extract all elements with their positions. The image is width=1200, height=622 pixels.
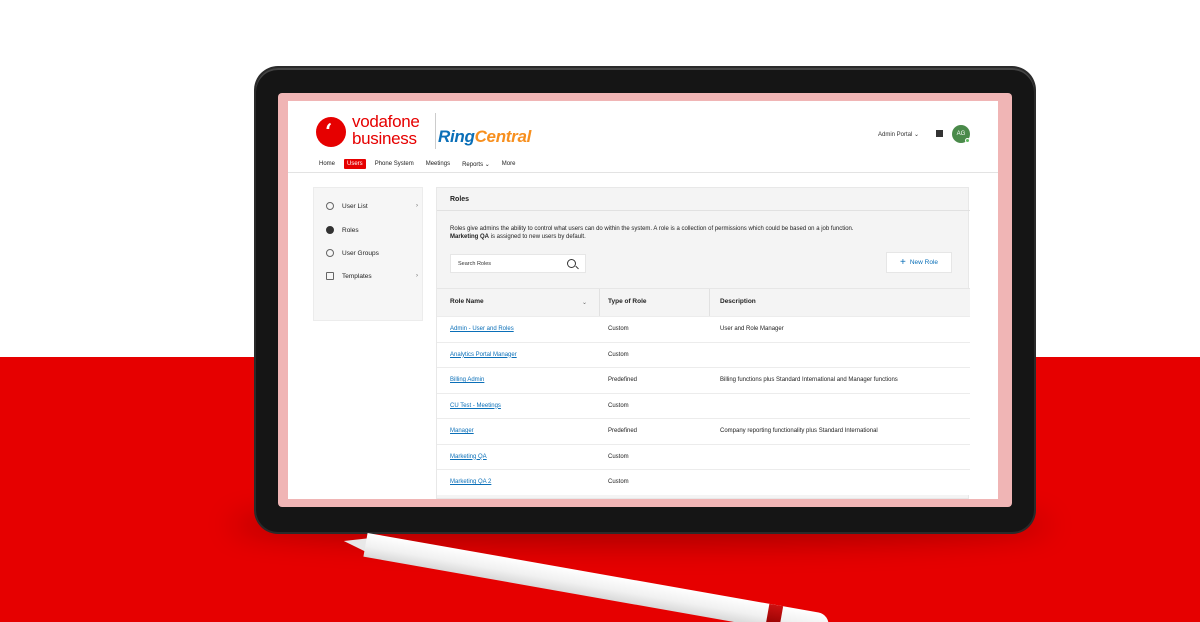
new-role-label: New Role (909, 259, 939, 266)
user-groups-icon (326, 249, 334, 257)
search-icon[interactable] (567, 259, 576, 268)
app-grid-icon[interactable] (936, 130, 943, 137)
sidebar: User List › Roles User Groups Templates … (313, 187, 423, 321)
main-nav: Home Users Phone System Meetings Reports… (316, 157, 518, 171)
description-text-suffix: is assigned to new users by default. (489, 234, 586, 240)
roles-description: Roles give admins the ability to control… (450, 225, 960, 241)
admin-portal-app: ʻ vodafone business RingCentral Admin Po… (288, 101, 998, 499)
sidebar-item-label: User List (342, 202, 368, 210)
role-name-link[interactable]: Analytics Portal Manager (450, 352, 517, 358)
search-input[interactable]: Search Roles (450, 254, 586, 273)
tablet-frame: ʻ vodafone business RingCentral Admin Po… (256, 68, 1034, 532)
table-row[interactable]: Marketing QA Custom (437, 443, 970, 469)
roles-icon (326, 226, 334, 234)
role-type: Custom (608, 479, 629, 485)
vodafone-business-logo[interactable]: ʻ vodafone business (316, 113, 436, 153)
table-row[interactable]: Admin - User and Roles Custom User and R… (437, 316, 970, 342)
ringcentral-central: Central (474, 127, 532, 146)
roles-table: Role Name ⌄ Type of Role Description Adm… (437, 288, 970, 495)
ringcentral-ring: Ring (438, 127, 475, 146)
logo-divider (435, 113, 436, 149)
templates-icon (326, 272, 334, 280)
stylus-red-band (765, 603, 784, 622)
roles-panel: Roles Roles give admins the ability to c… (436, 187, 970, 499)
table-row[interactable]: CU Test - Meetings Custom (437, 392, 970, 418)
role-type: Custom (608, 326, 629, 332)
role-type: Custom (608, 351, 629, 358)
column-divider (599, 289, 600, 317)
role-description: User and Role Manager (720, 326, 784, 332)
role-name-link[interactable]: CU Test - Meetings (450, 403, 501, 409)
new-role-button[interactable]: + New Role (886, 252, 952, 273)
role-type: Custom (608, 402, 629, 409)
search-placeholder: Search Roles (458, 261, 492, 267)
role-name-link[interactable]: Manager (450, 428, 474, 434)
column-header-type[interactable]: Type of Role (608, 298, 647, 305)
nav-divider (288, 172, 998, 173)
business-wordmark: business (352, 129, 417, 148)
sidebar-item-user-groups[interactable]: User Groups (326, 246, 418, 260)
chevron-right-icon: › (416, 203, 418, 209)
role-description: Company reporting functionality plus Sta… (720, 428, 878, 434)
nav-reports[interactable]: Reports ⌄ (459, 159, 493, 170)
sidebar-item-templates[interactable]: Templates › (326, 269, 418, 283)
plus-icon: + (899, 256, 906, 268)
role-name-link[interactable]: Billing Admin (450, 377, 484, 383)
tablet-screen: ʻ vodafone business RingCentral Admin Po… (278, 93, 1012, 507)
admin-portal-dropdown[interactable]: Admin Portal ⌄ (878, 131, 919, 138)
chevron-right-icon: › (416, 273, 418, 279)
table-row[interactable]: Manager Predefined Company reporting fun… (437, 418, 970, 444)
sort-chevron-icon[interactable]: ⌄ (582, 299, 587, 306)
column-header-role-name[interactable]: Role Name (450, 298, 484, 305)
vodafone-wordmark: vodafone (352, 112, 420, 131)
title-divider (437, 210, 970, 211)
table-row[interactable]: Billing Admin Predefined Billing functio… (437, 367, 970, 393)
table-header: Role Name ⌄ Type of Role Description (437, 288, 970, 317)
sidebar-item-label: Templates (342, 272, 372, 280)
table-row[interactable]: Marketing QA 2 Custom (437, 469, 970, 495)
sidebar-item-user-list[interactable]: User List › (326, 199, 418, 213)
user-icon (326, 202, 334, 210)
sidebar-item-label: User Groups (342, 249, 379, 257)
role-type: Predefined (608, 428, 638, 434)
vodafone-speechmark-icon: ʻ (316, 117, 346, 147)
role-description: Billing functions plus Standard Internat… (720, 377, 898, 383)
nav-more[interactable]: More (499, 159, 519, 169)
role-name-link[interactable]: Marketing QA (450, 454, 487, 460)
column-header-description: Description (720, 298, 756, 305)
default-role-name: Marketing QA (450, 234, 490, 240)
ringcentral-logo: RingCentral (438, 127, 531, 147)
nav-home[interactable]: Home (316, 159, 338, 169)
sidebar-item-roles[interactable]: Roles (326, 223, 418, 237)
presence-status-icon (965, 138, 970, 143)
column-divider (709, 289, 710, 317)
description-text: Roles give admins the ability to control… (450, 226, 854, 232)
role-name-link[interactable]: Marketing QA 2 (450, 479, 491, 485)
sidebar-item-label: Roles (342, 226, 359, 234)
nav-users[interactable]: Users (344, 159, 366, 169)
role-type: Predefined (608, 377, 638, 383)
nav-phone-system[interactable]: Phone System (372, 159, 417, 169)
role-name-link[interactable]: Admin - User and Roles (450, 326, 514, 332)
page-title: Roles (450, 196, 470, 203)
role-type: Custom (608, 453, 629, 460)
table-row[interactable]: Analytics Portal Manager Custom (437, 341, 970, 367)
nav-meetings[interactable]: Meetings (423, 159, 453, 169)
